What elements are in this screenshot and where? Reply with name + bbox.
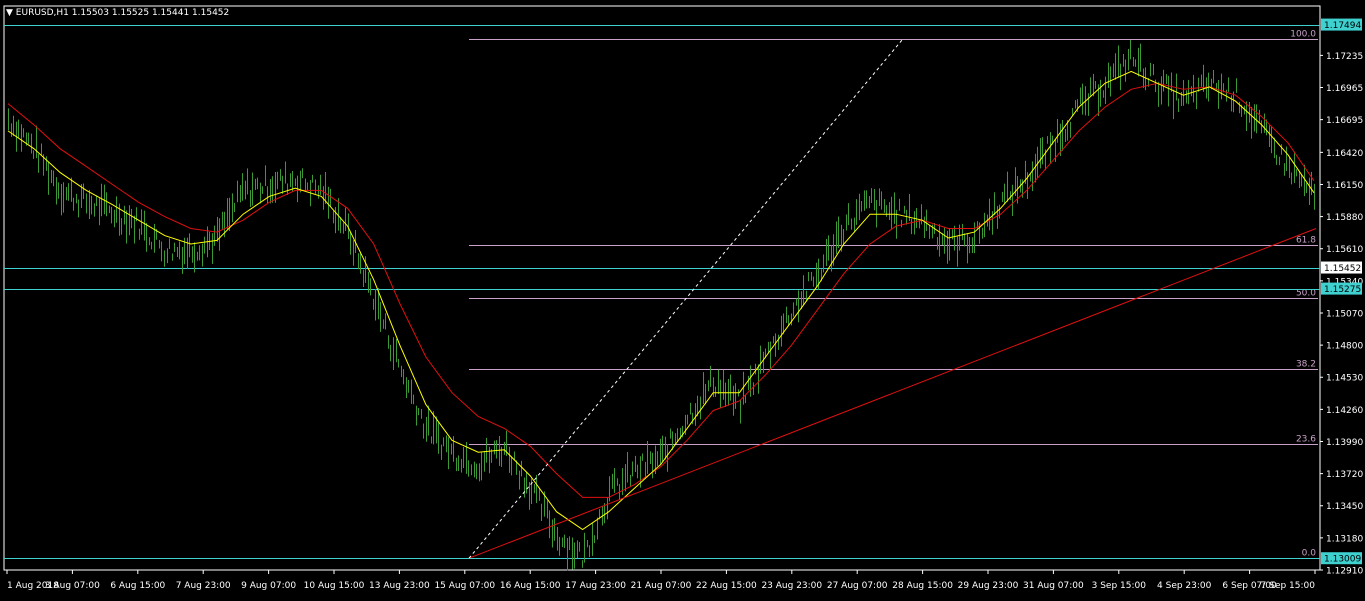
time-tick-label: 16 Aug 15:00 bbox=[500, 581, 561, 591]
price-chart[interactable]: 100.061.850.038.223.60.0 1.172351.169651… bbox=[0, 0, 1365, 601]
fib-level-label: 61.8 bbox=[1296, 236, 1316, 246]
fib-level-label: 0.0 bbox=[1302, 549, 1317, 559]
price-tick-label: 1.13720 bbox=[1326, 470, 1363, 480]
price-tick-label: 1.16150 bbox=[1326, 181, 1363, 191]
chart-window[interactable]: 100.0 61.8 50.0 38.2 23.6 0.0 1.17235 1.16965 1… bbox=[0, 0, 1365, 601]
time-tick-label: 9 Aug 07:00 bbox=[241, 581, 296, 591]
price-tick-label: 1.13450 bbox=[1326, 502, 1363, 512]
time-tick-label: 15 Aug 07:00 bbox=[434, 581, 495, 591]
time-tick-label: 7 Sep 15:00 bbox=[1261, 581, 1316, 591]
plot-border bbox=[3, 5, 1321, 571]
price-label-text: 1.17494 bbox=[1324, 21, 1361, 31]
price-tick-label: 1.13990 bbox=[1326, 438, 1363, 448]
time-tick-label: 29 Aug 23:00 bbox=[958, 581, 1019, 591]
time-tick-label: 7 Aug 23:00 bbox=[176, 581, 231, 591]
price-axis[interactable]: 1.17235 1.16965 1.16695 1.16420 1.16150 1.158… bbox=[1320, 18, 1363, 577]
dropdown-triangle-icon[interactable]: ▼ bbox=[6, 8, 13, 18]
price-tick-label: 1.17235 bbox=[1326, 52, 1363, 62]
price-tick-label: 1.16420 bbox=[1326, 149, 1363, 159]
ohlc-values: 1.15503 1.15525 1.15441 1.15452 bbox=[71, 8, 230, 18]
symbol-label: EURUSD,H1 bbox=[15, 8, 69, 18]
price-tick-label: 1.15880 bbox=[1326, 213, 1363, 223]
fib-level-label: 23.6 bbox=[1296, 435, 1316, 445]
price-tick-label: 1.16965 bbox=[1326, 84, 1363, 94]
time-tick-label: 10 Aug 15:00 bbox=[304, 581, 365, 591]
time-tick-label: 28 Aug 15:00 bbox=[892, 581, 953, 591]
chart-frame bbox=[3, 5, 1321, 571]
time-tick-label: 17 Aug 23:00 bbox=[565, 581, 626, 591]
price-label-text: 1.13009 bbox=[1324, 555, 1361, 565]
price-tick-label: 1.13180 bbox=[1326, 534, 1363, 544]
time-tick-label: 22 Aug 15:00 bbox=[696, 581, 757, 591]
time-tick-label: 21 Aug 07:00 bbox=[631, 581, 692, 591]
fib-level-label: 100.0 bbox=[1290, 30, 1316, 40]
horizontal-lines[interactable] bbox=[4, 25, 1320, 559]
price-label-text: 1.15452 bbox=[1324, 264, 1361, 274]
time-tick-label: 6 Aug 15:00 bbox=[110, 581, 165, 591]
price-label-text: 1.15275 bbox=[1324, 285, 1361, 295]
chart-header: ▼ EURUSD,H1 1.15503 1.15525 1.15441 1.15… bbox=[6, 8, 229, 18]
time-tick-label: 31 Aug 07:00 bbox=[1023, 581, 1084, 591]
time-tick-label: 4 Sep 23:00 bbox=[1157, 581, 1212, 591]
price-tick-label: 1.14530 bbox=[1326, 374, 1363, 384]
moving-average-slow bbox=[7, 82, 1315, 498]
fibonacci-retracement[interactable]: 100.061.850.038.223.60.0 bbox=[469, 30, 1318, 559]
price-tick-label: 1.14800 bbox=[1326, 342, 1363, 352]
price-tick-label: 1.12910 bbox=[1326, 567, 1363, 577]
time-tick-label: 3 Sep 15:00 bbox=[1092, 581, 1147, 591]
time-tick-label: 27 Aug 07:00 bbox=[827, 581, 888, 591]
price-tick-label: 1.14260 bbox=[1326, 406, 1363, 416]
fib-level-label: 38.2 bbox=[1296, 360, 1316, 370]
price-tick-label: 1.15610 bbox=[1326, 245, 1363, 255]
time-axis[interactable]: 1 Aug 20183 Aug 07:00 6 Aug 15:00 7 Aug 23… bbox=[6, 570, 1316, 591]
price-tick-label: 1.16695 bbox=[1326, 116, 1363, 126]
price-tick-label: 1.15070 bbox=[1326, 309, 1363, 319]
time-tick-label: 13 Aug 23:00 bbox=[369, 581, 430, 591]
support-trendline[interactable] bbox=[468, 228, 1317, 559]
time-tick-label: 3 Aug 07:00 bbox=[45, 581, 100, 591]
time-tick-label: 23 Aug 23:00 bbox=[761, 581, 822, 591]
